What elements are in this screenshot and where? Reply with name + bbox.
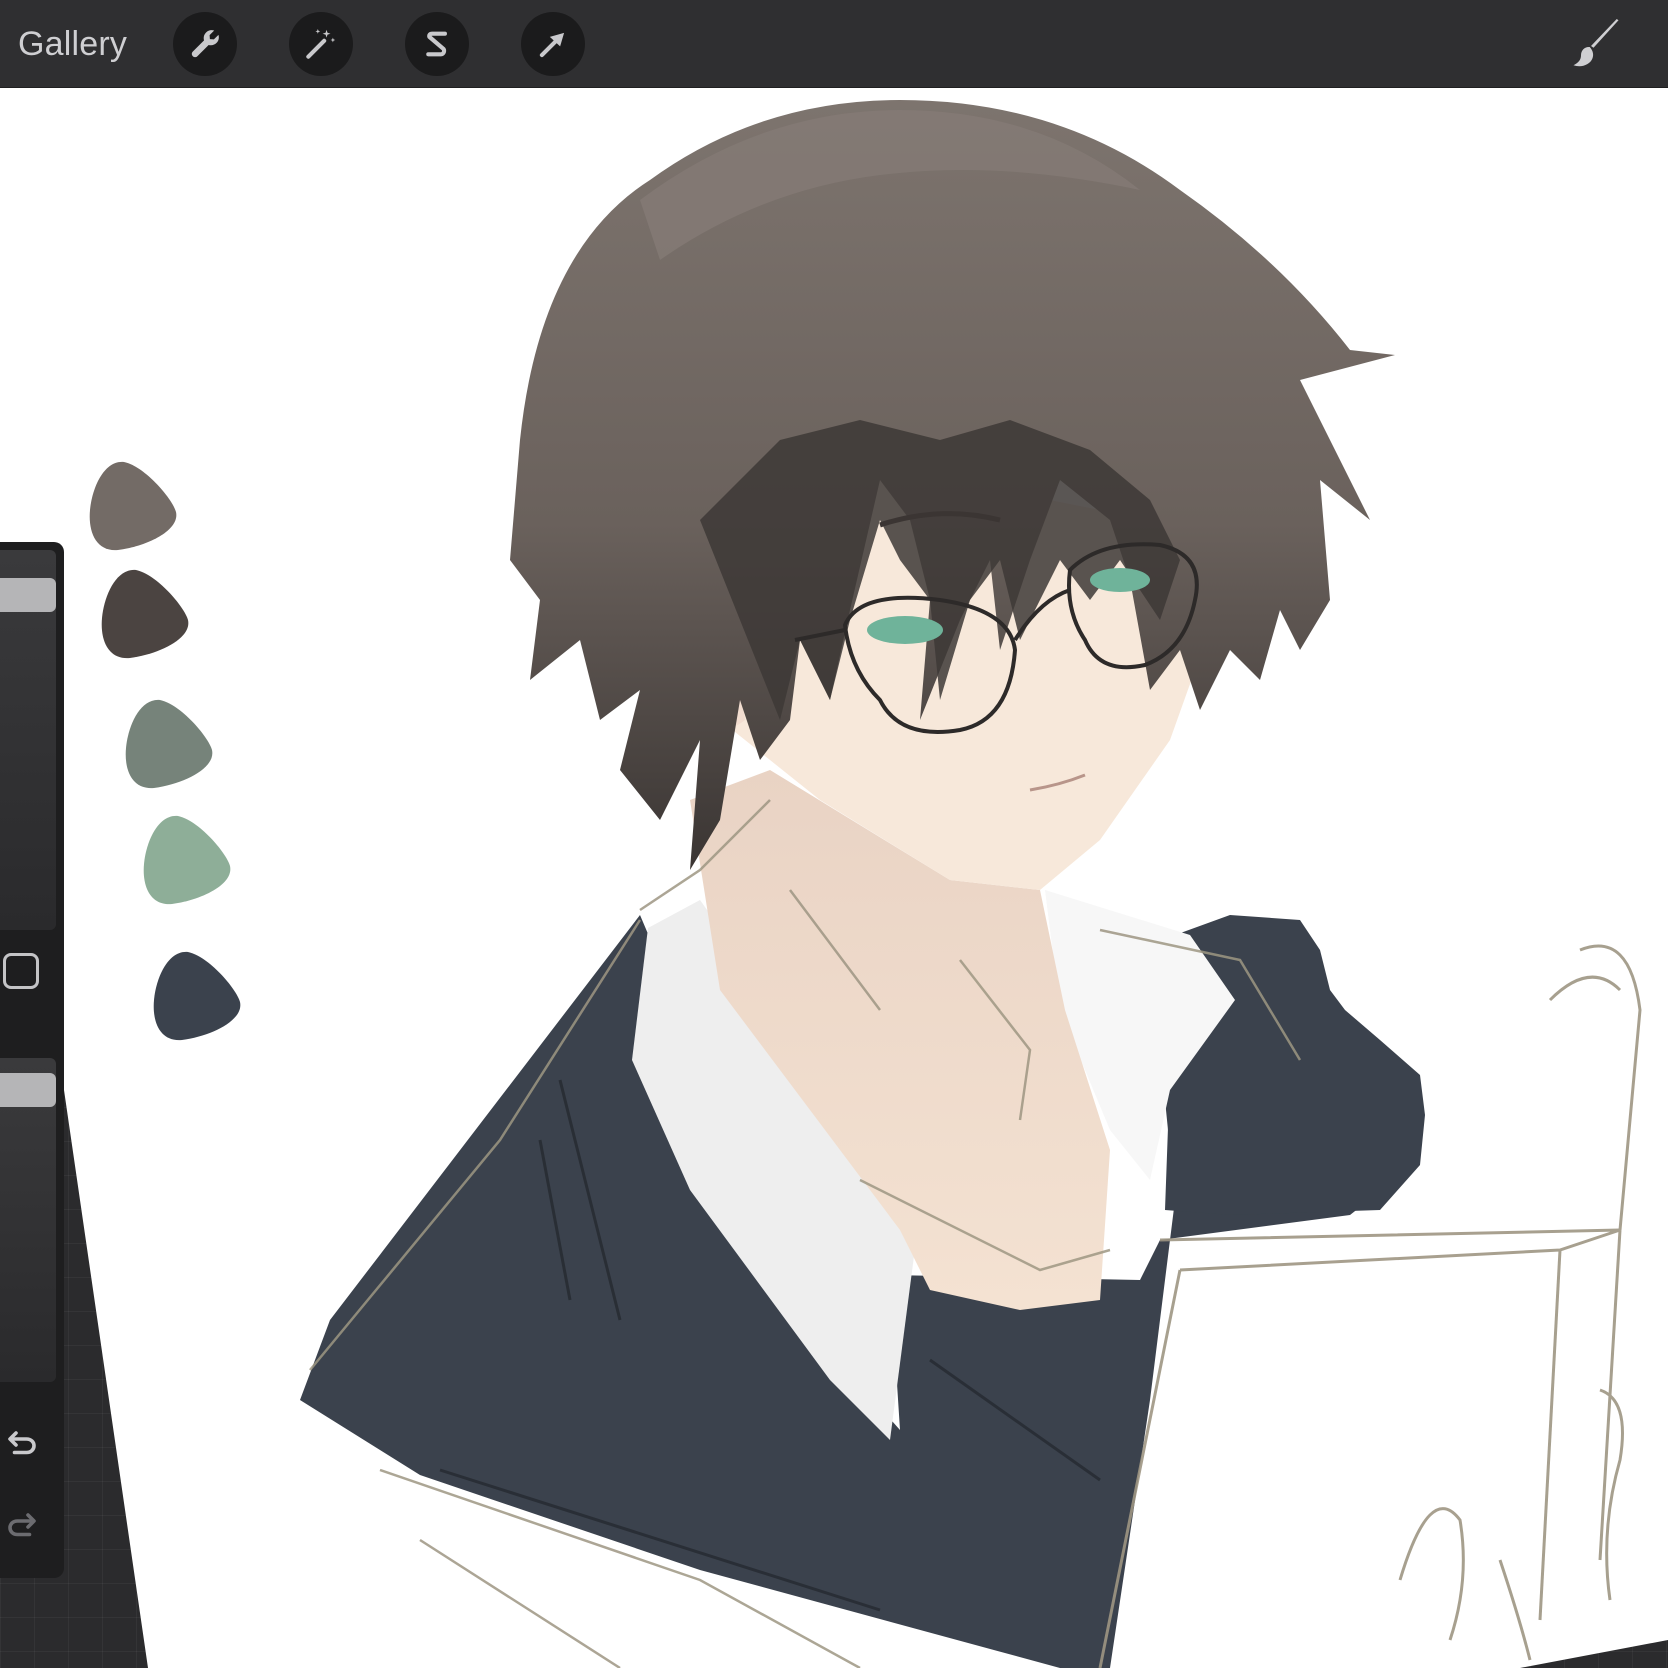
left-sidebar <box>0 542 64 1578</box>
selection-button[interactable] <box>405 12 469 76</box>
palette-swatch <box>143 815 231 905</box>
palette-swatch <box>89 461 177 551</box>
transform-button[interactable] <box>521 12 585 76</box>
selection-s-icon <box>426 31 447 57</box>
top-toolbar: Gallery <box>0 0 1668 88</box>
procreate-app: Gallery <box>0 0 1668 1668</box>
magic-wand-icon <box>306 28 336 59</box>
eye-left <box>867 616 943 644</box>
brush-opacity-slider[interactable] <box>0 1058 56 1382</box>
eye-right <box>1090 568 1150 592</box>
paintbrush-icon <box>1573 19 1619 67</box>
square-icon[interactable] <box>3 953 39 989</box>
brush-size-slider[interactable] <box>0 550 56 930</box>
brush-tool-button[interactable] <box>1564 14 1628 74</box>
brush-opacity-thumb[interactable] <box>0 1073 56 1107</box>
palette-swatch <box>125 699 213 789</box>
undo-button[interactable] <box>2 1422 42 1462</box>
redo-icon <box>8 1513 36 1537</box>
adjustments-button[interactable] <box>289 12 353 76</box>
wrench-icon <box>191 30 219 58</box>
undo-icon <box>8 1431 36 1455</box>
actions-button[interactable] <box>173 12 237 76</box>
palette-swatch <box>153 951 241 1041</box>
gallery-button[interactable]: Gallery <box>18 22 127 66</box>
color-palette <box>88 460 258 1060</box>
brush-size-thumb[interactable] <box>0 578 56 612</box>
palette-swatch <box>101 569 189 659</box>
palette-swatches <box>89 461 241 1041</box>
arrow-cursor-icon <box>539 32 565 58</box>
redo-button[interactable] <box>2 1504 42 1544</box>
